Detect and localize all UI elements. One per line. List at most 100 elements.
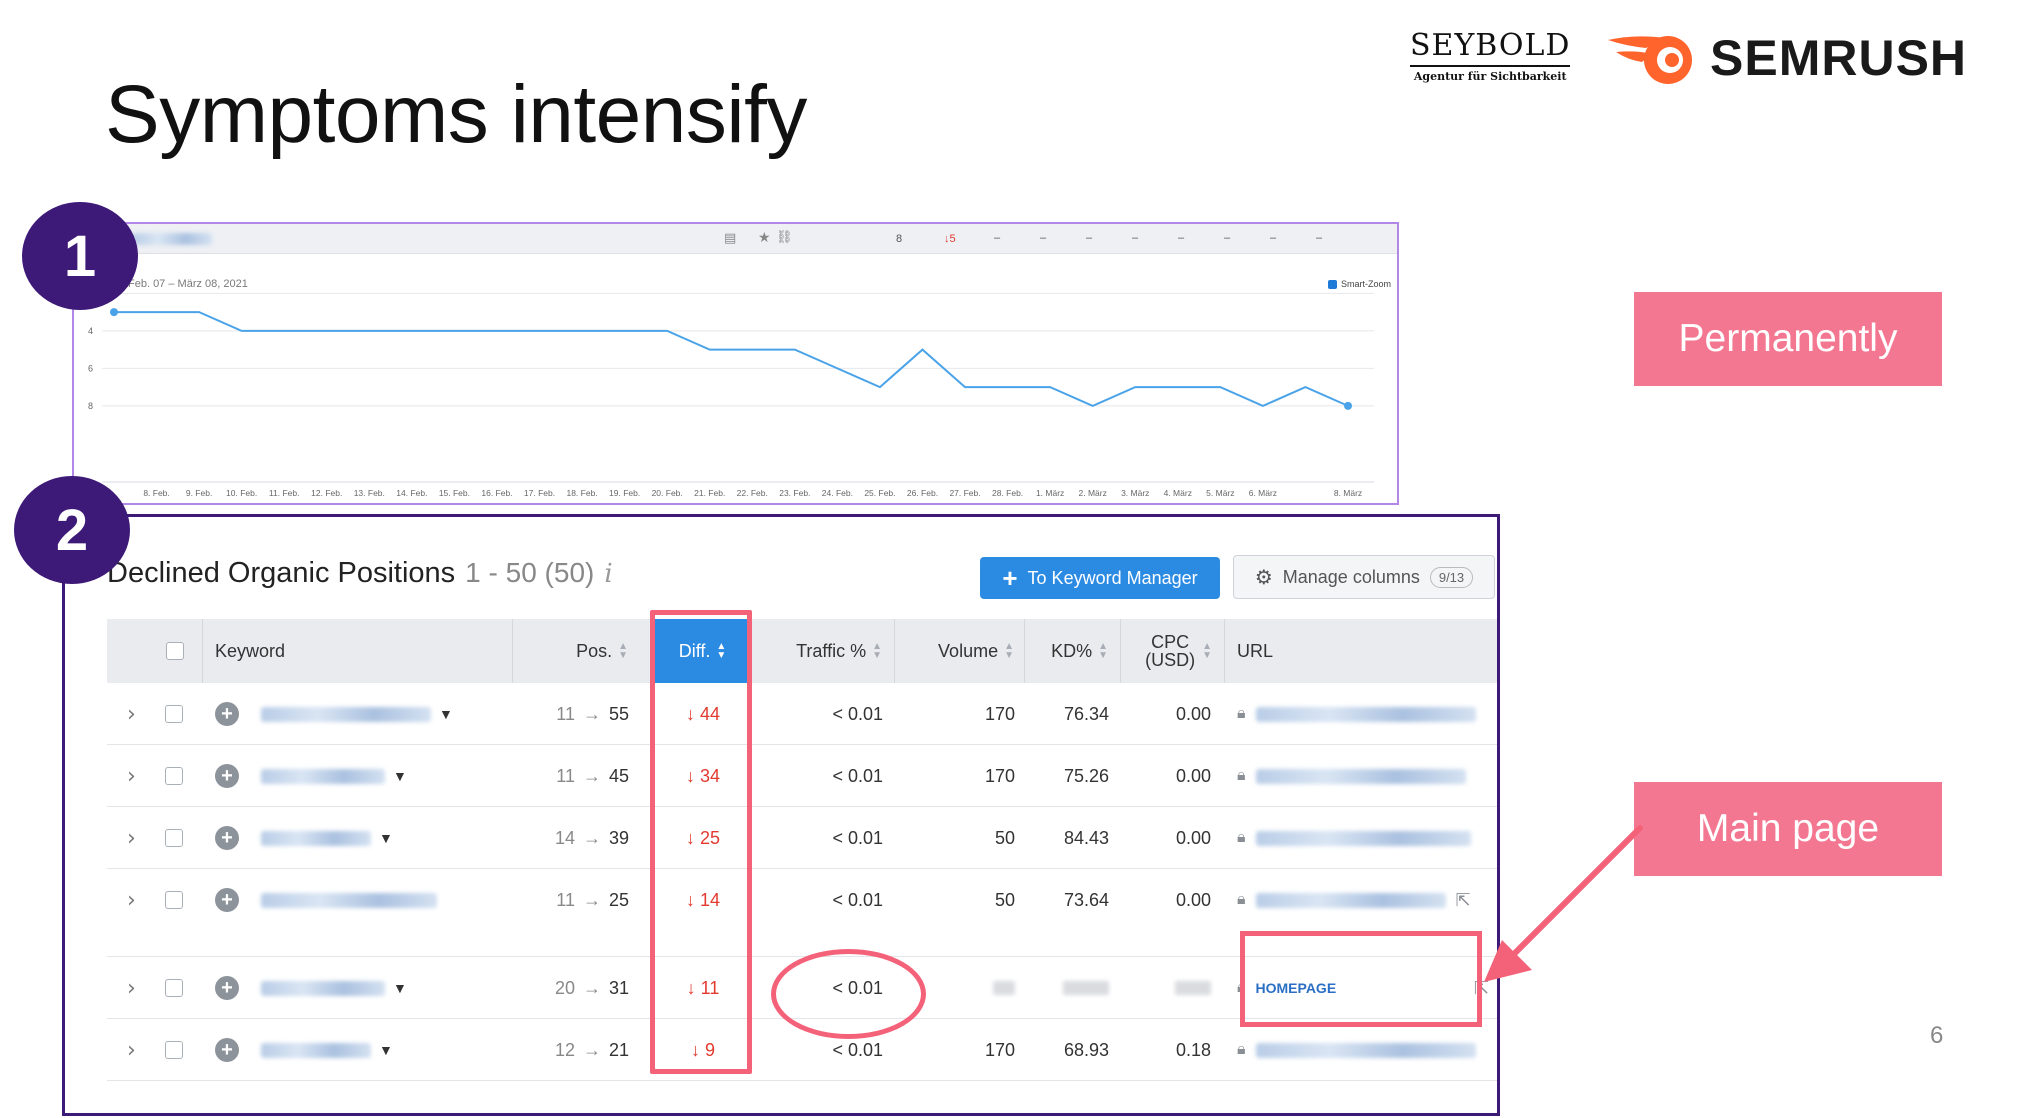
semrush-logo: SEMRUSH bbox=[1606, 28, 1967, 88]
to-keyword-manager-button[interactable]: + To Keyword Manager bbox=[980, 557, 1220, 599]
x-tick-label: 6. März bbox=[1249, 488, 1277, 498]
x-tick-label: 23. Feb. bbox=[779, 488, 810, 498]
kd-value: 76.34 bbox=[1063, 703, 1109, 724]
row-checkbox[interactable] bbox=[165, 829, 183, 847]
caret-down-icon[interactable]: ▼ bbox=[379, 1042, 393, 1058]
x-tick-label: 1. März bbox=[1036, 488, 1064, 498]
volume-value: 50 bbox=[994, 827, 1015, 848]
cpc-value: 0.00 bbox=[1175, 889, 1211, 910]
x-tick-label: 5. März bbox=[1206, 488, 1234, 498]
volume-cell: 50 bbox=[895, 807, 1015, 869]
blurred-keyword bbox=[261, 830, 371, 846]
external-link-icon[interactable]: ⇱ bbox=[1456, 890, 1471, 911]
col-traffic[interactable]: Traffic % ▲ ▼ bbox=[751, 619, 895, 683]
chevron-right-icon[interactable]: › bbox=[127, 702, 136, 727]
kd-value: 75.26 bbox=[1063, 765, 1109, 786]
caret-down-icon[interactable]: ▼ bbox=[393, 980, 407, 996]
x-tick-label: 4. März bbox=[1164, 488, 1192, 498]
sort-icon: ▲ ▼ bbox=[1004, 641, 1014, 661]
to-keyword-manager-label: To Keyword Manager bbox=[1027, 567, 1198, 588]
position-cell: 11 → 55 bbox=[513, 683, 629, 745]
caret-down-icon[interactable]: ▼ bbox=[379, 830, 393, 846]
data-point[interactable] bbox=[1344, 401, 1352, 410]
callout-permanently: Permanently bbox=[1634, 292, 1942, 386]
col-pos[interactable]: Pos. ▲ ▼ bbox=[513, 619, 655, 683]
chevron-right-icon[interactable]: › bbox=[127, 888, 136, 913]
step-badge-2: 2 bbox=[14, 476, 130, 584]
blurred-url[interactable] bbox=[1255, 706, 1476, 722]
arrow-right-icon: → bbox=[582, 889, 601, 910]
step-badge-1: 1 bbox=[22, 202, 138, 310]
table-row: › + ▼ 14 → 39 ↓ 25 < 0.01 50 84.43 0.00 … bbox=[107, 807, 1497, 869]
blurred-url[interactable] bbox=[1255, 830, 1471, 846]
volume-value: 170 bbox=[984, 1039, 1015, 1060]
traffic-cell: < 0.01 bbox=[832, 889, 883, 910]
cpc-cell bbox=[1121, 957, 1211, 1019]
manage-columns-label: Manage columns bbox=[1282, 566, 1420, 587]
blurred-url[interactable] bbox=[1255, 892, 1446, 908]
gear-icon: ⚙ bbox=[1254, 566, 1273, 589]
cpc-value: 0.00 bbox=[1175, 765, 1211, 786]
manage-columns-button[interactable]: ⚙ Manage columns 9/13 bbox=[1233, 555, 1495, 599]
keyword-cell: ▼ bbox=[261, 1019, 393, 1081]
position-to: 39 bbox=[608, 827, 629, 848]
col-keyword[interactable]: Keyword bbox=[203, 619, 513, 683]
x-tick-label: 2. März bbox=[1079, 488, 1107, 498]
col-kd-label: KD% bbox=[1051, 640, 1093, 661]
cpc-cell: 0.00 bbox=[1121, 745, 1211, 807]
caret-down-icon[interactable]: ▼ bbox=[393, 768, 407, 784]
row-checkbox[interactable] bbox=[165, 891, 183, 909]
chevron-right-icon[interactable]: › bbox=[127, 1109, 136, 1114]
position-cell: 11 → 25 bbox=[513, 869, 629, 931]
add-keyword-icon[interactable]: + bbox=[215, 764, 239, 788]
lock-icon: 🔒︎ bbox=[1237, 705, 1246, 722]
arrow-right-icon: → bbox=[582, 827, 601, 848]
col-volume[interactable]: Volume ▲ ▼ bbox=[895, 619, 1025, 683]
table-header: Keyword Pos. ▲ ▼ Diff. ▲ ▼ Traffic % ▲ ▼ Vo… bbox=[107, 619, 1497, 683]
data-point[interactable] bbox=[110, 308, 118, 317]
select-all-checkbox[interactable] bbox=[165, 642, 184, 660]
row-checkbox[interactable] bbox=[165, 1041, 183, 1059]
add-keyword-icon[interactable]: + bbox=[215, 976, 239, 1000]
row-checkbox[interactable] bbox=[165, 705, 183, 723]
add-keyword-icon[interactable]: + bbox=[215, 1038, 239, 1062]
position-from: 12 bbox=[554, 1039, 575, 1060]
x-tick-label: 20. Feb. bbox=[652, 488, 683, 498]
row-checkbox[interactable] bbox=[165, 767, 183, 785]
add-keyword-icon[interactable]: + bbox=[215, 702, 239, 726]
callout-main-page: Main page bbox=[1634, 782, 1942, 876]
cpc-cell: 0.18 bbox=[1121, 1019, 1211, 1081]
volume-cell: 170 bbox=[895, 683, 1015, 745]
kd-value: 73.64 bbox=[1063, 889, 1109, 910]
add-keyword-icon[interactable]: + bbox=[215, 888, 239, 912]
volume-cell: 170 bbox=[895, 1019, 1015, 1081]
row-checkbox[interactable] bbox=[165, 979, 183, 997]
chevron-right-icon[interactable]: › bbox=[127, 764, 136, 789]
chevron-right-icon[interactable]: › bbox=[127, 826, 136, 851]
y-tick-label: 4 bbox=[88, 326, 93, 336]
caret-down-icon[interactable]: ▼ bbox=[439, 706, 453, 722]
x-tick-label: 10. Feb. bbox=[226, 488, 257, 498]
arrow-right-icon: → bbox=[582, 1039, 601, 1060]
position-to: 45 bbox=[608, 765, 629, 786]
col-url[interactable]: URL bbox=[1225, 619, 1497, 683]
add-keyword-icon[interactable]: + bbox=[215, 826, 239, 850]
col-cpc[interactable]: CPC (USD) ▲ ▼ bbox=[1121, 619, 1225, 683]
traffic-circle-highlight bbox=[771, 949, 926, 1039]
position-cell: 11 → 45 bbox=[513, 745, 629, 807]
info-icon[interactable]: i bbox=[604, 559, 612, 589]
url-cell: 🔒︎ ⇱ bbox=[1237, 869, 1497, 931]
diff-column-highlight bbox=[650, 610, 752, 1074]
blurred-url[interactable] bbox=[1255, 1042, 1476, 1058]
traffic-cell: < 0.01 bbox=[832, 765, 883, 786]
chevron-right-icon[interactable]: › bbox=[127, 976, 136, 1001]
cpc-value: 0.18 bbox=[1175, 1039, 1211, 1060]
x-tick-label: 9. Feb. bbox=[186, 488, 212, 498]
blurred-url[interactable] bbox=[1255, 768, 1466, 784]
table-row: › bbox=[107, 1081, 1497, 1114]
col-kd[interactable]: KD% ▲ ▼ bbox=[1025, 619, 1121, 683]
table-title-text: Declined Organic Positions bbox=[107, 557, 456, 589]
traffic-cell: < 0.01 bbox=[832, 827, 883, 848]
chevron-right-icon[interactable]: › bbox=[127, 1038, 136, 1063]
homepage-url-highlight bbox=[1240, 931, 1482, 1027]
